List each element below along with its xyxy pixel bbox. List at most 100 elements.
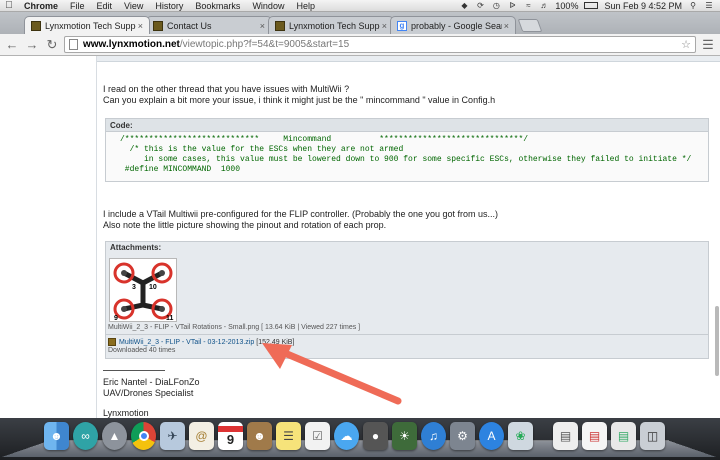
- menu-bookmarks[interactable]: Bookmarks: [189, 1, 246, 11]
- tab-title: Lynxmotion Tech Support: [289, 20, 380, 31]
- time-machine-icon[interactable]: ◷: [491, 1, 501, 10]
- web-page: I read on the other thread that you have…: [0, 56, 720, 418]
- finder-icon[interactable]: ☻: [44, 422, 69, 450]
- clock[interactable]: Sun Feb 9 4:52 PM: [604, 1, 682, 11]
- preview-icon[interactable]: ❀: [508, 422, 533, 450]
- menu-edit[interactable]: Edit: [91, 1, 119, 11]
- motor-number-label: 11: [166, 315, 174, 321]
- sync-icon[interactable]: ⟳: [475, 1, 485, 10]
- browser-tab[interactable]: g probably - Google Search ×: [390, 16, 516, 34]
- stamp-icon[interactable]: @: [189, 422, 214, 450]
- menu-window[interactable]: Window: [246, 1, 290, 11]
- chrome-icon[interactable]: [131, 422, 156, 450]
- signature-role: UAV/Drones Specialist: [103, 388, 194, 398]
- menu-app-chrome[interactable]: Chrome: [18, 1, 64, 11]
- apple-menu-icon[interactable]: : [0, 0, 18, 11]
- arduino-icon[interactable]: ∞: [73, 422, 98, 450]
- scrollbar-thumb[interactable]: [715, 306, 719, 376]
- close-tab-icon[interactable]: ×: [382, 21, 387, 31]
- motor-number-label: 9: [114, 315, 118, 321]
- launchpad-icon[interactable]: ▲: [102, 422, 127, 450]
- browser-toolbar: ← → ↻ www.lynxmotion.net /viewtopic.php?…: [0, 34, 720, 56]
- trash-icon[interactable]: ◫: [640, 422, 665, 450]
- spotlight-icon[interactable]: ⚲: [688, 1, 698, 10]
- notes-icon[interactable]: ☰: [276, 422, 301, 450]
- menu-icon[interactable]: ☰: [700, 37, 716, 53]
- status-area: ◆ ⟳ ◷ ᐉ ≈ ♬ 100% Sun Feb 9 4:52 PM ⚲ ☰: [459, 1, 720, 11]
- file-size: [152.49 KiB]: [256, 338, 295, 346]
- page-icon: [69, 39, 78, 50]
- menu-help[interactable]: Help: [290, 1, 321, 11]
- close-tab-icon[interactable]: ×: [260, 21, 265, 31]
- code-label: Code:: [106, 119, 708, 132]
- post-outro-line: Also note the little picture showing the…: [103, 220, 387, 230]
- back-arrow-icon[interactable]: ←: [4, 37, 20, 53]
- browser-tab[interactable]: Lynxmotion Tech Support ×: [268, 16, 394, 34]
- app-store-icon[interactable]: A: [479, 422, 504, 450]
- motor-number-label: 3: [132, 284, 136, 291]
- menu-view[interactable]: View: [118, 1, 149, 11]
- mail-icon[interactable]: ✈: [160, 422, 185, 450]
- attachments-label: Attachments:: [110, 243, 162, 252]
- tab-title: Contact Us: [167, 20, 212, 31]
- code-content[interactable]: /**************************** Mincommand…: [106, 132, 708, 175]
- code-line: #define MINCOMMAND 1000: [120, 165, 241, 174]
- menu-file[interactable]: File: [64, 1, 91, 11]
- lynxmotion-favicon-icon: [31, 20, 41, 31]
- messages-icon[interactable]: ☁: [334, 422, 359, 450]
- bookmark-star-icon[interactable]: ☆: [681, 38, 691, 51]
- close-tab-icon[interactable]: ×: [504, 21, 509, 31]
- tab-title: probably - Google Search: [411, 20, 502, 31]
- motor-number-label: 10: [149, 284, 157, 291]
- address-bar[interactable]: www.lynxmotion.net /viewtopic.php?f=54&t…: [64, 36, 696, 53]
- system-prefs-icon[interactable]: ⚙: [450, 422, 475, 450]
- close-tab-icon[interactable]: ×: [138, 21, 143, 31]
- downloads-icon[interactable]: ▤: [582, 422, 607, 450]
- vtail-rotation-image[interactable]: 3 10 9 11: [109, 258, 177, 322]
- image-caption: MultiWii_2_3 - FLIP - VTail Rotations - …: [108, 324, 361, 331]
- menu-history[interactable]: History: [149, 1, 189, 11]
- notification-center-icon[interactable]: ☰: [704, 1, 714, 10]
- post-profile-column: [0, 56, 97, 418]
- code-line: /**************************** Mincommand…: [120, 135, 529, 144]
- tab-title: Lynxmotion Tech Support: [45, 20, 136, 31]
- page-scrollbar[interactable]: [714, 56, 720, 418]
- code-block: Code: /**************************** Minc…: [105, 118, 709, 182]
- forward-arrow-icon[interactable]: →: [24, 37, 40, 53]
- facetime-icon[interactable]: ●: [363, 422, 388, 450]
- lynxmotion-favicon-icon: [153, 20, 163, 31]
- battery-icon[interactable]: [584, 2, 599, 9]
- vtail-diagram: 3 10 9 11: [113, 262, 174, 322]
- file-attachment: MultiWii_2_3 - FLIP - VTail - 03-12-2013…: [108, 338, 294, 346]
- reload-icon[interactable]: ↻: [44, 37, 60, 53]
- forum-post: I read on the other thread that you have…: [97, 56, 720, 418]
- document-icon[interactable]: ▤: [553, 422, 578, 450]
- zip-download-link[interactable]: MultiWii_2_3 - FLIP - VTail - 03-12-2013…: [119, 339, 254, 346]
- itunes-icon[interactable]: ♫: [421, 422, 446, 450]
- post-intro-line: Can you explain a bit more your issue, i…: [103, 95, 496, 105]
- volume-icon[interactable]: ♬: [539, 1, 549, 10]
- new-tab-button[interactable]: [517, 19, 543, 32]
- zip-file-icon: [108, 338, 116, 346]
- signature-divider: [103, 370, 165, 371]
- download-count: Downloaded 40 times: [108, 347, 176, 354]
- calendar-icon[interactable]: 9: [218, 422, 243, 450]
- browser-tab[interactable]: Contact Us ×: [146, 16, 272, 34]
- dropbox-icon[interactable]: ◆: [459, 1, 469, 10]
- browser-tab[interactable]: Lynxmotion Tech Support ×: [24, 16, 150, 34]
- stack-icon[interactable]: ▤: [611, 422, 636, 450]
- tab-strip: Lynxmotion Tech Support × Contact Us × L…: [0, 12, 720, 34]
- wifi-icon[interactable]: ≈: [523, 1, 533, 10]
- contacts-icon[interactable]: ☻: [247, 422, 272, 450]
- post-outro-line: I include a VTail Multiwii pre-configure…: [103, 209, 499, 219]
- calendar-day: 9: [226, 431, 235, 447]
- code-line: /* this is the value for the ESCs when t…: [120, 145, 404, 154]
- bluetooth-icon[interactable]: ᐉ: [507, 1, 517, 10]
- post-intro-line: I read on the other thread that you have…: [103, 84, 350, 94]
- mac-dock: ☻ ∞ ▲ ✈ @ 9 ☻ ☰ ☑ ☁ ● ☀ ♫ ⚙ A ❀ ▤ ▤ ▤ ◫: [0, 418, 720, 460]
- photos-icon[interactable]: ☀: [392, 422, 417, 450]
- google-favicon-icon: g: [397, 20, 407, 31]
- url-host: www.lynxmotion.net: [83, 39, 180, 50]
- battery-percent[interactable]: 100%: [555, 1, 578, 11]
- reminders-icon[interactable]: ☑: [305, 422, 330, 450]
